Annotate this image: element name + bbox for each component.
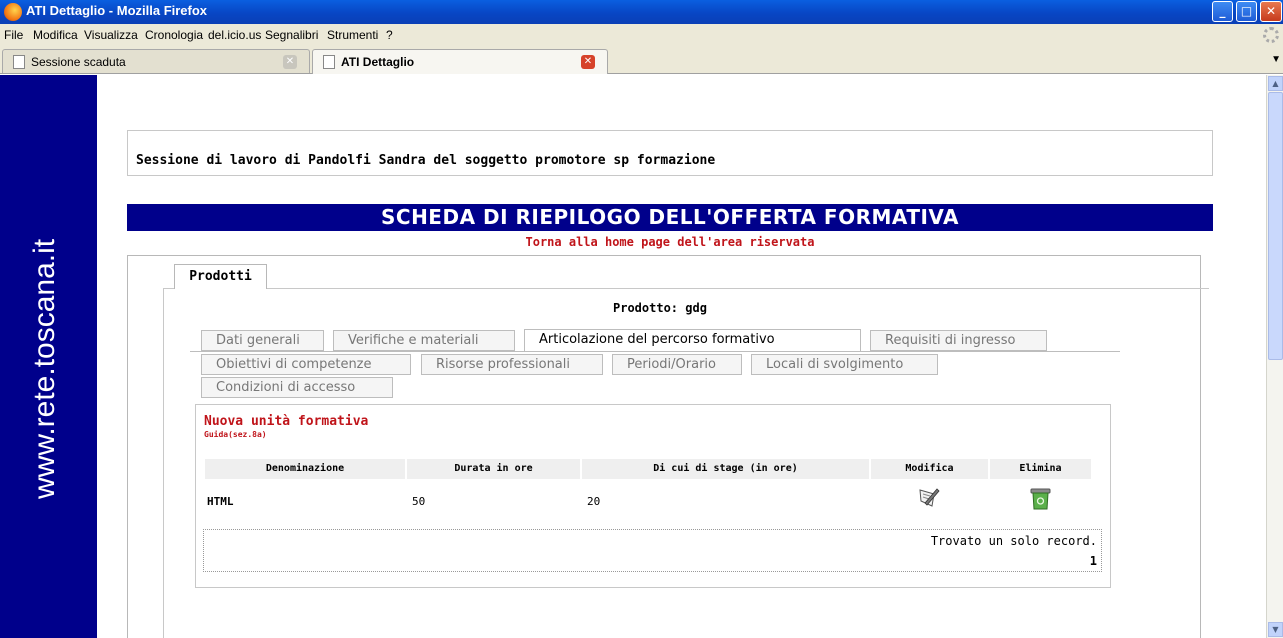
vertical-scrollbar[interactable]: ▲ ▼ [1266,75,1283,638]
home-link[interactable]: Torna alla home page dell'area riservata [127,235,1213,249]
tab-requisiti-ingresso[interactable]: Requisiti di ingresso [870,330,1047,351]
minimize-button[interactable]: _ [1212,1,1233,22]
tab-dati-generali[interactable]: Dati generali [201,330,324,351]
col-denominazione: Denominazione [205,459,405,479]
menu-bar: File Modifica Visualizza Cronologia del.… [0,24,1283,46]
scroll-thumb[interactable] [1268,92,1283,360]
throbber-icon [1263,27,1279,43]
new-unit-link[interactable]: Nuova unità formativa [204,414,368,429]
record-footer: Trovato un solo record. 1 [203,529,1102,572]
session-text: Sessione di lavoro di Pandolfi Sandra de… [136,153,716,168]
guide-link[interactable]: Guida(sez.8a) [204,430,267,439]
menu-help[interactable]: ? [386,28,393,42]
browser-tab-label: ATI Dettaglio [341,55,415,69]
maximize-button[interactable]: □ [1236,1,1257,22]
menu-modifica[interactable]: Modifica [33,28,78,42]
tab-prodotti[interactable]: Prodotti [174,264,267,289]
tab-list-icon[interactable]: ▼ [1271,54,1281,65]
page-viewport: www.rete.toscana.it Sessione di lavoro d… [0,75,1266,638]
window-title: ATI Dettaglio - Mozilla Firefox [26,3,208,18]
edit-icon[interactable] [918,486,940,508]
tab-obiettivi-competenze[interactable]: Obiettivi di competenze [201,354,411,375]
menu-file[interactable]: File [4,28,23,42]
brand-text: www.rete.toscana.it [28,238,61,499]
cell-denominazione: HTML [207,495,234,508]
session-box: Sessione di lavoro di Pandolfi Sandra de… [127,130,1213,176]
browser-tab-sessione[interactable]: Sessione scaduta ✕ [2,49,310,73]
page-title: SCHEDA DI RIEPILOGO DELL'OFFERTA FORMATI… [127,204,1213,231]
record-count-text: Trovato un solo record. [930,534,1097,548]
cell-stage: 20 [587,495,601,508]
tab-periodi-orario[interactable]: Periodi/Orario [612,354,742,375]
tab-verifiche-materiali[interactable]: Verifiche e materiali [333,330,515,351]
page-icon [13,55,25,69]
browser-tab-label: Sessione scaduta [31,55,126,69]
tab-articolazione[interactable]: Articolazione del percorso formativo [524,329,861,352]
firefox-icon [4,3,22,21]
menu-visualizza[interactable]: Visualizza [84,28,138,42]
browser-tab-ati[interactable]: ATI Dettaglio ✕ [312,49,608,74]
menu-strumenti[interactable]: Strumenti [327,28,378,42]
page-number[interactable]: 1 [1090,554,1097,568]
menu-cronologia[interactable]: Cronologia [145,28,203,42]
cell-durata: 50 [412,495,426,508]
brand-sidebar: www.rete.toscana.it [0,75,97,638]
scroll-up-icon[interactable]: ▲ [1268,76,1283,91]
close-tab-icon[interactable]: ✕ [581,55,595,69]
tab-condizioni-accesso[interactable]: Condizioni di accesso [201,377,393,398]
page-icon [323,55,335,69]
tab-locali-svolgimento[interactable]: Locali di svolgimento [751,354,938,375]
browser-tab-strip: Sessione scaduta ✕ ATI Dettaglio ✕ ▼ [0,46,1283,74]
col-durata: Durata in ore [407,459,580,479]
window-titlebar: ATI Dettaglio - Mozilla Firefox _ □ ✕ [0,0,1283,24]
delete-icon[interactable] [1029,487,1052,511]
menu-delicious[interactable]: del.icio.us [208,28,261,42]
col-elimina: Elimina [990,459,1091,479]
tab-risorse-professionali[interactable]: Risorse professionali [421,354,603,375]
close-window-button[interactable]: ✕ [1260,1,1282,22]
col-modifica: Modifica [871,459,988,479]
scroll-down-icon[interactable]: ▼ [1268,622,1283,637]
col-stage: Di cui di stage (in ore) [582,459,869,479]
tab-divider [190,351,1120,352]
product-label: Prodotto: gdg [613,301,707,315]
menu-segnalibri[interactable]: Segnalibri [265,28,318,42]
close-tab-icon[interactable]: ✕ [283,55,297,69]
